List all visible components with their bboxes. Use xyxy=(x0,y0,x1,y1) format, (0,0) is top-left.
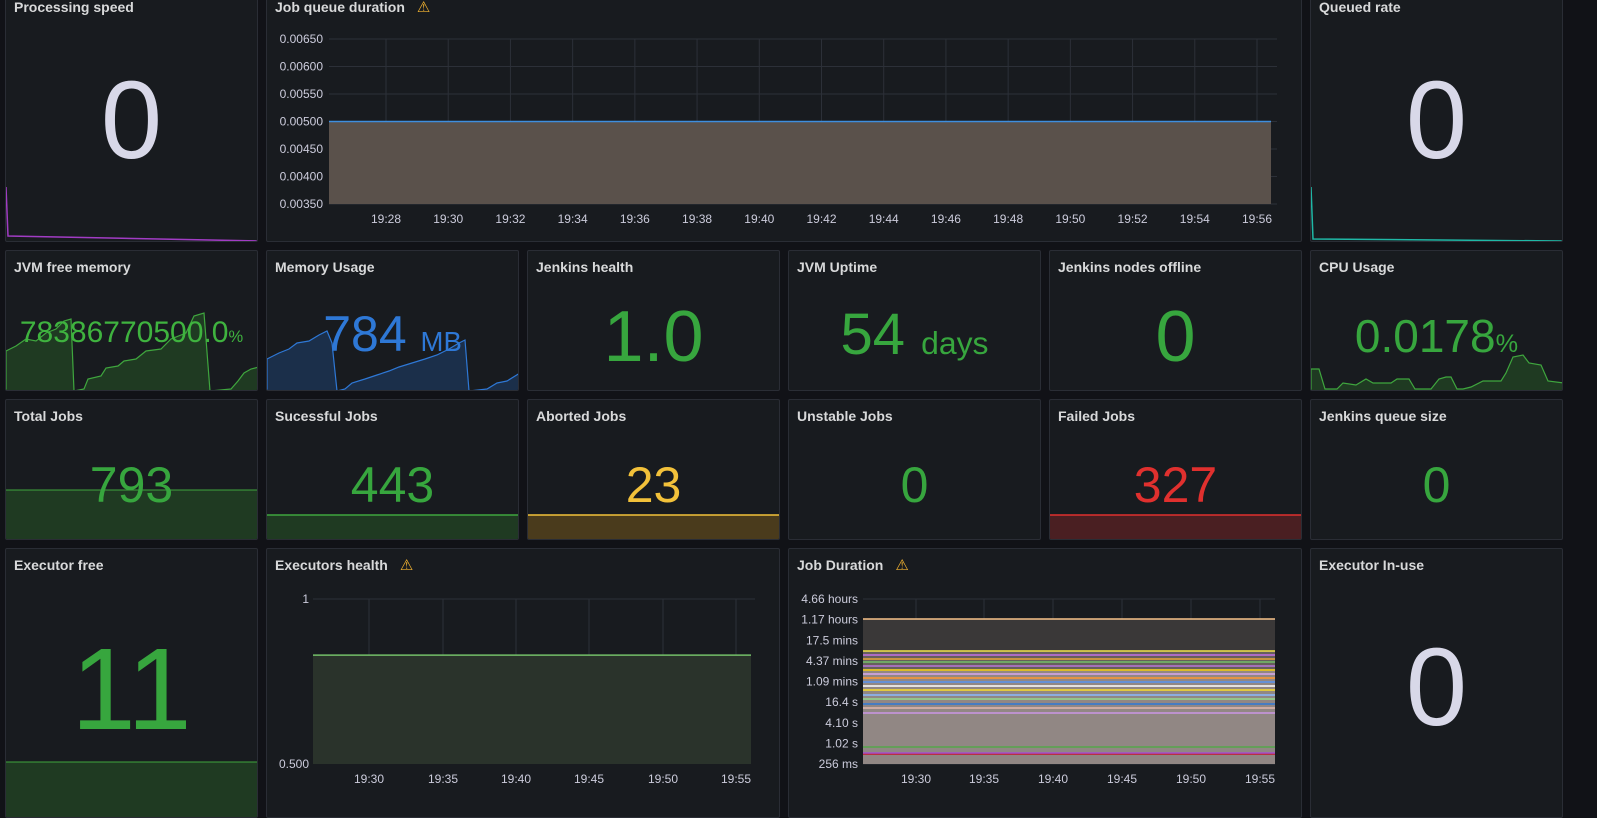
stat-value: 0 xyxy=(1422,457,1451,513)
series-area xyxy=(863,669,1275,764)
stat-value: 0 xyxy=(1405,59,1468,182)
x-tick-label: 19:40 xyxy=(744,212,774,226)
y-tick-label: 4.66 hours xyxy=(801,592,858,606)
stat-value: 793 xyxy=(89,457,174,513)
panel-total-jobs[interactable]: Total Jobs 793 xyxy=(5,399,258,540)
job-queue-duration-chart: 0.00650 0.00600 0.00550 0.00500 0.00450 0.004… xyxy=(280,32,1277,226)
x-tick-label: 19:52 xyxy=(1118,212,1148,226)
y-tick-label: 0.00550 xyxy=(280,87,324,101)
x-tick-label: 19:35 xyxy=(428,772,458,786)
panel-title: Jenkins health xyxy=(536,259,634,275)
y-tick-label: 17.5 mins xyxy=(806,633,858,647)
x-tick-label: 19:32 xyxy=(495,212,525,226)
x-tick-label: 19:44 xyxy=(869,212,899,226)
panel-jenkins-nodes-offline[interactable]: Jenkins nodes offline 0 xyxy=(1049,250,1302,391)
stat-unit: % xyxy=(228,328,244,346)
x-tick-label: 19:36 xyxy=(620,212,650,226)
stat-unit: days xyxy=(921,325,989,361)
stat-value: 0 xyxy=(1405,626,1468,749)
y-tick-label: 0.00500 xyxy=(280,115,324,129)
panel-title: JVM Uptime xyxy=(797,259,878,275)
x-tick-label: 19:50 xyxy=(648,772,678,786)
stat-value: 78386770500.0 xyxy=(19,316,229,349)
y-tick-label: 1.17 hours xyxy=(801,613,858,627)
y-tick-label: 256 ms xyxy=(819,757,858,771)
panel-title: Jenkins queue size xyxy=(1319,408,1447,424)
x-tick-label: 19:30 xyxy=(354,772,384,786)
stat-value: 784 xyxy=(323,306,407,362)
y-tick-label: 1.02 s xyxy=(825,736,858,750)
x-tick-label: 19:54 xyxy=(1180,212,1210,226)
executors-health-chart: 1 0.500 19:30 19:35 19:40 19:45 19:50 19:55 xyxy=(279,592,755,786)
stat-value: 54 xyxy=(840,302,905,367)
stat-unit: MB xyxy=(420,326,462,357)
panel-title: Jenkins nodes offline xyxy=(1058,259,1202,275)
panel-unstable-jobs[interactable]: Unstable Jobs 0 xyxy=(788,399,1041,540)
panel-cpu-usage[interactable]: CPU Usage 0.0178% xyxy=(1310,250,1563,391)
x-tick-label: 19:56 xyxy=(1242,212,1272,226)
stat-value: 0 xyxy=(1155,297,1196,377)
x-tick-label: 19:55 xyxy=(721,772,751,786)
panel-queued-rate[interactable]: Queued rate 0 xyxy=(1310,0,1563,242)
panel-jvm-free-memory[interactable]: JVM free memory 78386770500.0% xyxy=(5,250,258,391)
panel-jvm-uptime[interactable]: JVM Uptime 54 days xyxy=(788,250,1041,391)
panel-jenkins-queue-size[interactable]: Jenkins queue size 0 xyxy=(1310,399,1563,540)
series-area xyxy=(313,655,751,764)
x-tick-label: 19:42 xyxy=(806,212,836,226)
stat-value: 443 xyxy=(350,457,435,513)
panel-executor-free[interactable]: Executor free 11 xyxy=(5,548,258,818)
stat-value: 0 xyxy=(100,59,163,182)
x-tick-label: 19:48 xyxy=(993,212,1023,226)
panel-job-queue-duration[interactable]: Job queue duration ⚠ 0.00650 0.00600 0.005… xyxy=(266,0,1302,242)
stat-value: 327 xyxy=(1133,457,1218,513)
stat-unit: % xyxy=(1495,330,1519,358)
y-tick-label: 0.00400 xyxy=(280,170,324,184)
stat-value: 1.0 xyxy=(603,297,704,377)
panel-processing-speed[interactable]: Processing speed 0 xyxy=(5,0,258,242)
stat-value: 23 xyxy=(625,457,682,513)
x-tick-label: 19:34 xyxy=(558,212,588,226)
y-tick-label: 4.37 mins xyxy=(806,654,858,668)
panel-memory-usage[interactable]: Memory Usage 784 MB xyxy=(266,250,519,391)
x-tick-label: 19:30 xyxy=(901,772,931,786)
y-tick-label: 4.10 s xyxy=(825,716,858,730)
panel-successful-jobs[interactable]: Sucessful Jobs 443 xyxy=(266,399,519,540)
y-tick-label: 0.00350 xyxy=(280,197,324,211)
stat-value: 0 xyxy=(900,457,929,513)
x-tick-label: 19:40 xyxy=(1038,772,1068,786)
x-tick-label: 19:45 xyxy=(574,772,604,786)
panel-executors-health[interactable]: Executors health ⚠ 1 0.500 19:30 19:35 19:40… xyxy=(266,548,780,818)
x-tick-label: 19:38 xyxy=(682,212,712,226)
stat-value: 11 xyxy=(71,624,192,754)
panel-jenkins-health[interactable]: Jenkins health 1.0 xyxy=(527,250,780,391)
x-tick-label: 19:50 xyxy=(1176,772,1206,786)
panel-failed-jobs[interactable]: Failed Jobs 327 xyxy=(1049,399,1302,540)
x-tick-label: 19:35 xyxy=(969,772,999,786)
y-tick-label: 1.09 mins xyxy=(806,675,858,689)
y-tick-label: 1 xyxy=(302,592,309,606)
series-area xyxy=(329,121,1271,204)
stat-value: 0.0178 xyxy=(1354,310,1496,362)
y-tick-label: 0.500 xyxy=(279,757,309,771)
job-duration-chart: 4.66 hours 1.17 hours 17.5 mins 4.37 mins 1.… xyxy=(801,592,1275,786)
x-tick-label: 19:55 xyxy=(1245,772,1275,786)
x-tick-label: 19:45 xyxy=(1107,772,1137,786)
x-tick-label: 19:46 xyxy=(931,212,961,226)
panel-title: Unstable Jobs xyxy=(797,408,893,424)
panel-executor-in-use[interactable]: Executor In-use 0 xyxy=(1310,548,1563,818)
y-tick-label: 0.00650 xyxy=(280,32,324,46)
x-tick-label: 19:28 xyxy=(371,212,401,226)
y-tick-label: 16.4 s xyxy=(825,695,858,709)
panel-title: Executor In-use xyxy=(1319,557,1425,573)
x-tick-label: 19:30 xyxy=(433,212,463,226)
panel-job-duration[interactable]: Job Duration ⚠ 4.66 hours 1.17 hours 17.5 … xyxy=(788,548,1302,818)
y-tick-label: 0.00600 xyxy=(280,60,324,74)
panel-aborted-jobs[interactable]: Aborted Jobs 23 xyxy=(527,399,780,540)
x-tick-label: 19:50 xyxy=(1055,212,1085,226)
y-tick-label: 0.00450 xyxy=(280,142,324,156)
x-tick-label: 19:40 xyxy=(501,772,531,786)
